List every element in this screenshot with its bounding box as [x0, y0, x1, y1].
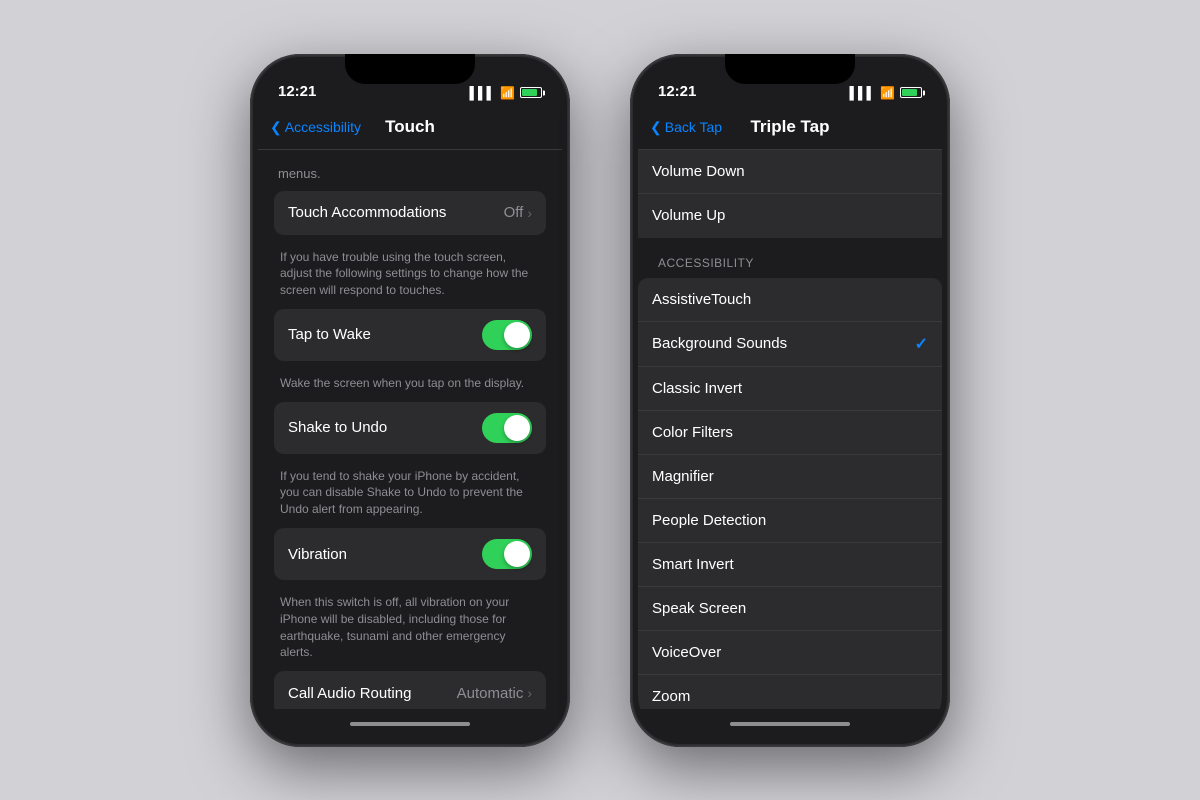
touch-accommodations-value: Off ›: [504, 204, 532, 221]
accessibility-section-label: ACCESSIBILITY: [652, 256, 760, 270]
home-bar-1: [350, 722, 470, 726]
nav-back-1[interactable]: ❮ Accessibility: [270, 119, 361, 136]
shake-to-undo-group: Shake to Undo: [274, 402, 546, 454]
color-filters-label: Color Filters: [652, 424, 733, 441]
volume-up-row[interactable]: Volume Up: [638, 194, 942, 238]
content-2: Volume Down Volume Up ACCESSIBILITY Assi…: [638, 150, 942, 709]
call-audio-routing-label: Call Audio Routing: [288, 685, 411, 702]
smart-invert-row[interactable]: Smart Invert: [638, 543, 942, 587]
touch-accommodations-val-text: Off: [504, 204, 524, 221]
voiceover-label: VoiceOver: [652, 644, 721, 661]
tap-to-wake-toggle[interactable]: [482, 320, 532, 350]
magnifier-label: Magnifier: [652, 468, 714, 485]
screen-2: 12:21 ▌▌▌ 📶 ❮ Back Tap Triple Tap: [638, 62, 942, 739]
wifi-icon-2: 📶: [880, 86, 895, 100]
zoom-label: Zoom: [652, 688, 690, 705]
battery-fill: [522, 89, 537, 96]
touch-accommodations-desc: If you have trouble using the touch scre…: [274, 243, 546, 309]
tap-to-wake-knob: [504, 322, 530, 348]
content-1: menus. Touch Accommodations Off › If you…: [258, 150, 562, 709]
tap-to-wake-row[interactable]: Tap to Wake: [274, 309, 546, 361]
tap-to-wake-desc: Wake the screen when you tap on the disp…: [274, 369, 546, 402]
background-sounds-label: Background Sounds: [652, 335, 787, 352]
scroll-content-2: Volume Down Volume Up ACCESSIBILITY Assi…: [638, 150, 942, 709]
scroll-content-1: menus. Touch Accommodations Off › If you…: [258, 150, 562, 709]
nav-bar-2: ❮ Back Tap Triple Tap: [638, 106, 942, 150]
color-filters-row[interactable]: Color Filters: [638, 411, 942, 455]
wifi-icon: 📶: [500, 86, 515, 100]
status-icons-2: ▌▌▌ 📶: [850, 86, 922, 100]
intro-text: menus.: [274, 166, 546, 191]
shake-to-undo-knob: [504, 415, 530, 441]
status-icons-1: ▌▌▌ 📶: [470, 86, 542, 100]
classic-invert-label: Classic Invert: [652, 380, 742, 397]
vibration-desc: When this switch is off, all vibration o…: [274, 588, 546, 671]
notch: [345, 54, 475, 84]
accessibility-group: AssistiveTouch Background Sounds ✓ Class…: [638, 278, 942, 709]
back-arrow-icon: ❮: [270, 119, 282, 136]
notch-2: [725, 54, 855, 84]
back-label-1: Accessibility: [285, 119, 361, 135]
time-2: 12:21: [658, 83, 696, 100]
vibration-knob: [504, 541, 530, 567]
vibration-toggle[interactable]: [482, 539, 532, 569]
back-arrow-icon-2: ❮: [650, 119, 662, 136]
signal-icon-2: ▌▌▌: [850, 86, 876, 100]
shake-to-undo-toggle[interactable]: [482, 413, 532, 443]
signal-icon: ▌▌▌: [470, 86, 496, 100]
volume-down-row[interactable]: Volume Down: [638, 150, 942, 194]
back-label-2: Back Tap: [665, 119, 722, 135]
speak-screen-row[interactable]: Speak Screen: [638, 587, 942, 631]
vibration-group: Vibration: [274, 528, 546, 580]
speak-screen-label: Speak Screen: [652, 600, 746, 617]
call-audio-routing-row[interactable]: Call Audio Routing Automatic ›: [274, 671, 546, 708]
background-sounds-checkmark: ✓: [915, 334, 928, 354]
people-detection-label: People Detection: [652, 512, 766, 529]
battery-fill-2: [902, 89, 917, 96]
call-audio-routing-chevron: ›: [527, 685, 532, 701]
battery-icon: [520, 87, 542, 98]
call-audio-routing-val-text: Automatic: [457, 685, 524, 702]
tap-to-wake-group: Tap to Wake: [274, 309, 546, 361]
phone-2: 12:21 ▌▌▌ 📶 ❮ Back Tap Triple Tap: [630, 54, 950, 747]
volume-up-label: Volume Up: [652, 207, 725, 224]
accessibility-header: ACCESSIBILITY: [638, 238, 942, 278]
assistive-touch-row[interactable]: AssistiveTouch: [638, 278, 942, 322]
tap-to-wake-label: Tap to Wake: [288, 326, 371, 343]
magnifier-row[interactable]: Magnifier: [638, 455, 942, 499]
people-detection-row[interactable]: People Detection: [638, 499, 942, 543]
classic-invert-row[interactable]: Classic Invert: [638, 367, 942, 411]
call-audio-routing-value: Automatic ›: [457, 685, 532, 702]
assistive-touch-label: AssistiveTouch: [652, 291, 751, 308]
shake-to-undo-label: Shake to Undo: [288, 419, 387, 436]
nav-title-2: Triple Tap: [750, 117, 829, 137]
background-sounds-row[interactable]: Background Sounds ✓: [638, 322, 942, 367]
vibration-label: Vibration: [288, 546, 347, 563]
home-indicator-2: [638, 709, 942, 739]
shake-to-undo-desc: If you tend to shake your iPhone by acci…: [274, 462, 546, 528]
nav-back-2[interactable]: ❮ Back Tap: [650, 119, 722, 136]
nav-title-1: Touch: [385, 117, 435, 137]
home-bar-2: [730, 722, 850, 726]
phone-1: 12:21 ▌▌▌ 📶 ❮ Accessibility Touch menus.: [250, 54, 570, 747]
home-indicator-1: [258, 709, 562, 739]
screen-1: 12:21 ▌▌▌ 📶 ❮ Accessibility Touch menus.: [258, 62, 562, 739]
nav-bar-1: ❮ Accessibility Touch: [258, 106, 562, 150]
vibration-row[interactable]: Vibration: [274, 528, 546, 580]
touch-accommodations-group: Touch Accommodations Off ›: [274, 191, 546, 235]
touch-accommodations-label: Touch Accommodations: [288, 204, 446, 221]
volume-down-label: Volume Down: [652, 163, 745, 180]
touch-accommodations-chevron: ›: [527, 205, 532, 221]
zoom-row[interactable]: Zoom: [638, 675, 942, 709]
volume-down-group: Volume Down Volume Up: [638, 150, 942, 238]
voiceover-row[interactable]: VoiceOver: [638, 631, 942, 675]
shake-to-undo-row[interactable]: Shake to Undo: [274, 402, 546, 454]
time-1: 12:21: [278, 83, 316, 100]
call-audio-group: Call Audio Routing Automatic ›: [274, 671, 546, 708]
touch-accommodations-row[interactable]: Touch Accommodations Off ›: [274, 191, 546, 235]
smart-invert-label: Smart Invert: [652, 556, 734, 573]
battery-icon-2: [900, 87, 922, 98]
